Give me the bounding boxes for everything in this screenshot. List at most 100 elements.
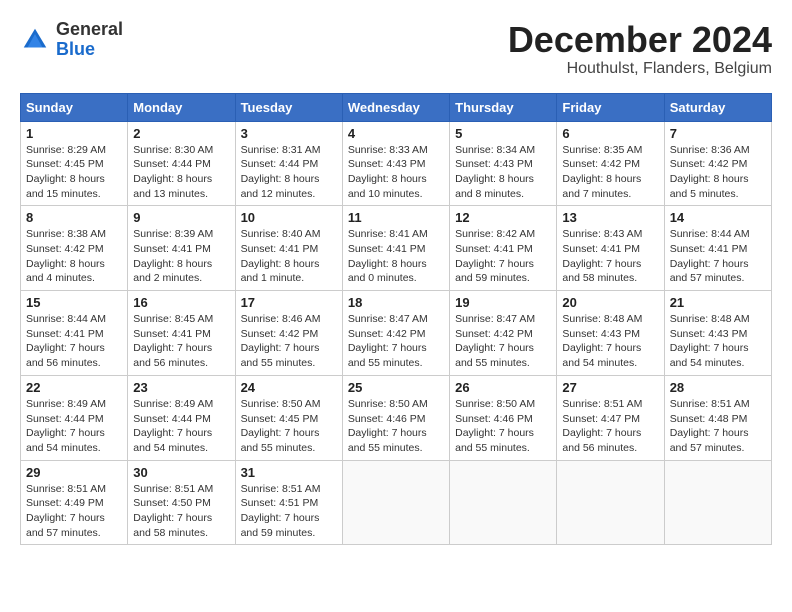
calendar-day-cell: 13 Sunrise: 8:43 AM Sunset: 4:41 PM Dayli… bbox=[557, 206, 664, 291]
day-info: Sunrise: 8:43 AM Sunset: 4:41 PM Dayligh… bbox=[562, 227, 658, 286]
weekday-header-row: SundayMondayTuesdayWednesdayThursdayFrid… bbox=[21, 93, 772, 121]
day-info: Sunrise: 8:46 AM Sunset: 4:42 PM Dayligh… bbox=[241, 312, 337, 371]
calendar-day-cell: 11 Sunrise: 8:41 AM Sunset: 4:41 PM Dayli… bbox=[342, 206, 449, 291]
day-info: Sunrise: 8:33 AM Sunset: 4:43 PM Dayligh… bbox=[348, 143, 444, 202]
day-info: Sunrise: 8:50 AM Sunset: 4:46 PM Dayligh… bbox=[348, 397, 444, 456]
logo-general-text: General bbox=[56, 20, 123, 40]
day-info: Sunrise: 8:51 AM Sunset: 4:49 PM Dayligh… bbox=[26, 482, 122, 541]
calendar-day-cell: 31Sunrise: 8:51 AM Sunset: 4:51 PM Dayli… bbox=[235, 460, 342, 545]
day-number: 17 bbox=[241, 295, 337, 310]
day-info: Sunrise: 8:50 AM Sunset: 4:46 PM Dayligh… bbox=[455, 397, 551, 456]
day-info: Sunrise: 8:42 AM Sunset: 4:41 PM Dayligh… bbox=[455, 227, 551, 286]
calendar-day-cell: 7Sunrise: 8:36 AM Sunset: 4:42 PM Daylig… bbox=[664, 121, 771, 206]
day-number: 6 bbox=[562, 126, 658, 141]
calendar-day-cell: 10 Sunrise: 8:40 AM Sunset: 4:41 PM Dayli… bbox=[235, 206, 342, 291]
calendar-day-cell: 21Sunrise: 8:48 AM Sunset: 4:43 PM Dayli… bbox=[664, 291, 771, 376]
month-title: December 2024 bbox=[508, 20, 772, 60]
calendar-day-cell: 15 Sunrise: 8:44 AM Sunset: 4:41 PM Dayli… bbox=[21, 291, 128, 376]
day-info: Sunrise: 8:39 AM Sunset: 4:41 PM Dayligh… bbox=[133, 227, 229, 286]
day-info: Sunrise: 8:40 AM Sunset: 4:41 PM Dayligh… bbox=[241, 227, 337, 286]
day-info: Sunrise: 8:30 AM Sunset: 4:44 PM Dayligh… bbox=[133, 143, 229, 202]
weekday-header-friday: Friday bbox=[557, 93, 664, 121]
weekday-header-thursday: Thursday bbox=[450, 93, 557, 121]
calendar-day-cell bbox=[664, 460, 771, 545]
weekday-header-wednesday: Wednesday bbox=[342, 93, 449, 121]
calendar-day-cell: 20 Sunrise: 8:48 AM Sunset: 4:43 PM Dayli… bbox=[557, 291, 664, 376]
calendar-day-cell: 27 Sunrise: 8:51 AM Sunset: 4:47 PM Dayli… bbox=[557, 375, 664, 460]
day-info: Sunrise: 8:48 AM Sunset: 4:43 PM Dayligh… bbox=[562, 312, 658, 371]
calendar-day-cell bbox=[450, 460, 557, 545]
day-number: 3 bbox=[241, 126, 337, 141]
day-number: 8 bbox=[26, 210, 122, 225]
calendar-day-cell: 2Sunrise: 8:30 AM Sunset: 4:44 PM Daylig… bbox=[128, 121, 235, 206]
calendar-day-cell: 8 Sunrise: 8:38 AM Sunset: 4:42 PM Daylig… bbox=[21, 206, 128, 291]
calendar-day-cell: 17 Sunrise: 8:46 AM Sunset: 4:42 PM Dayli… bbox=[235, 291, 342, 376]
calendar-body: 1 Sunrise: 8:29 AM Sunset: 4:45 PM Daylig… bbox=[21, 121, 772, 545]
day-number: 13 bbox=[562, 210, 658, 225]
calendar-day-cell: 29Sunrise: 8:51 AM Sunset: 4:49 PM Dayli… bbox=[21, 460, 128, 545]
day-info: Sunrise: 8:34 AM Sunset: 4:43 PM Dayligh… bbox=[455, 143, 551, 202]
calendar-day-cell bbox=[342, 460, 449, 545]
day-info: Sunrise: 8:48 AM Sunset: 4:43 PM Dayligh… bbox=[670, 312, 766, 371]
day-number: 7 bbox=[670, 126, 766, 141]
day-info: Sunrise: 8:45 AM Sunset: 4:41 PM Dayligh… bbox=[133, 312, 229, 371]
day-number: 10 bbox=[241, 210, 337, 225]
day-number: 19 bbox=[455, 295, 551, 310]
day-info: Sunrise: 8:44 AM Sunset: 4:41 PM Dayligh… bbox=[26, 312, 122, 371]
weekday-header-saturday: Saturday bbox=[664, 93, 771, 121]
calendar-day-cell: 1 Sunrise: 8:29 AM Sunset: 4:45 PM Daylig… bbox=[21, 121, 128, 206]
day-number: 14 bbox=[670, 210, 766, 225]
day-info: Sunrise: 8:41 AM Sunset: 4:41 PM Dayligh… bbox=[348, 227, 444, 286]
day-number: 16 bbox=[133, 295, 229, 310]
day-number: 15 bbox=[26, 295, 122, 310]
weekday-header-sunday: Sunday bbox=[21, 93, 128, 121]
day-number: 30 bbox=[133, 465, 229, 480]
calendar-week-row: 1 Sunrise: 8:29 AM Sunset: 4:45 PM Daylig… bbox=[21, 121, 772, 206]
day-info: Sunrise: 8:35 AM Sunset: 4:42 PM Dayligh… bbox=[562, 143, 658, 202]
calendar-day-cell: 23 Sunrise: 8:49 AM Sunset: 4:44 PM Dayli… bbox=[128, 375, 235, 460]
calendar-header: SundayMondayTuesdayWednesdayThursdayFrid… bbox=[21, 93, 772, 121]
day-number: 27 bbox=[562, 380, 658, 395]
day-info: Sunrise: 8:49 AM Sunset: 4:44 PM Dayligh… bbox=[26, 397, 122, 456]
day-number: 11 bbox=[348, 210, 444, 225]
calendar-day-cell: 3 Sunrise: 8:31 AM Sunset: 4:44 PM Daylig… bbox=[235, 121, 342, 206]
calendar-day-cell: 24Sunrise: 8:50 AM Sunset: 4:45 PM Dayli… bbox=[235, 375, 342, 460]
calendar-day-cell: 22 Sunrise: 8:49 AM Sunset: 4:44 PM Dayli… bbox=[21, 375, 128, 460]
logo: General Blue bbox=[20, 20, 123, 60]
weekday-header-monday: Monday bbox=[128, 93, 235, 121]
day-info: Sunrise: 8:31 AM Sunset: 4:44 PM Dayligh… bbox=[241, 143, 337, 202]
day-number: 9 bbox=[133, 210, 229, 225]
day-number: 31 bbox=[241, 465, 337, 480]
day-number: 24 bbox=[241, 380, 337, 395]
day-info: Sunrise: 8:49 AM Sunset: 4:44 PM Dayligh… bbox=[133, 397, 229, 456]
day-info: Sunrise: 8:51 AM Sunset: 4:48 PM Dayligh… bbox=[670, 397, 766, 456]
calendar-week-row: 29Sunrise: 8:51 AM Sunset: 4:49 PM Dayli… bbox=[21, 460, 772, 545]
logo-blue-text: Blue bbox=[56, 40, 123, 60]
calendar-day-cell: 30 Sunrise: 8:51 AM Sunset: 4:50 PM Dayli… bbox=[128, 460, 235, 545]
day-info: Sunrise: 8:29 AM Sunset: 4:45 PM Dayligh… bbox=[26, 143, 122, 202]
day-number: 23 bbox=[133, 380, 229, 395]
calendar-day-cell: 18Sunrise: 8:47 AM Sunset: 4:42 PM Dayli… bbox=[342, 291, 449, 376]
day-info: Sunrise: 8:51 AM Sunset: 4:50 PM Dayligh… bbox=[133, 482, 229, 541]
day-info: Sunrise: 8:44 AM Sunset: 4:41 PM Dayligh… bbox=[670, 227, 766, 286]
day-number: 1 bbox=[26, 126, 122, 141]
logo-icon bbox=[20, 25, 50, 55]
day-number: 5 bbox=[455, 126, 551, 141]
day-number: 28 bbox=[670, 380, 766, 395]
calendar-day-cell: 9 Sunrise: 8:39 AM Sunset: 4:41 PM Daylig… bbox=[128, 206, 235, 291]
day-info: Sunrise: 8:47 AM Sunset: 4:42 PM Dayligh… bbox=[455, 312, 551, 371]
calendar-day-cell: 14 Sunrise: 8:44 AM Sunset: 4:41 PM Dayli… bbox=[664, 206, 771, 291]
day-info: Sunrise: 8:38 AM Sunset: 4:42 PM Dayligh… bbox=[26, 227, 122, 286]
calendar-day-cell bbox=[557, 460, 664, 545]
logo-text: General Blue bbox=[56, 20, 123, 60]
calendar-day-cell: 19 Sunrise: 8:47 AM Sunset: 4:42 PM Dayli… bbox=[450, 291, 557, 376]
calendar-day-cell: 28 Sunrise: 8:51 AM Sunset: 4:48 PM Dayli… bbox=[664, 375, 771, 460]
day-number: 4 bbox=[348, 126, 444, 141]
day-number: 20 bbox=[562, 295, 658, 310]
page-header: General Blue December 2024 Houthulst, Fl… bbox=[20, 20, 772, 78]
day-info: Sunrise: 8:51 AM Sunset: 4:47 PM Dayligh… bbox=[562, 397, 658, 456]
calendar-day-cell: 5 Sunrise: 8:34 AM Sunset: 4:43 PM Daylig… bbox=[450, 121, 557, 206]
calendar-day-cell: 6 Sunrise: 8:35 AM Sunset: 4:42 PM Daylig… bbox=[557, 121, 664, 206]
day-number: 22 bbox=[26, 380, 122, 395]
title-block: December 2024 Houthulst, Flanders, Belgi… bbox=[508, 20, 772, 78]
